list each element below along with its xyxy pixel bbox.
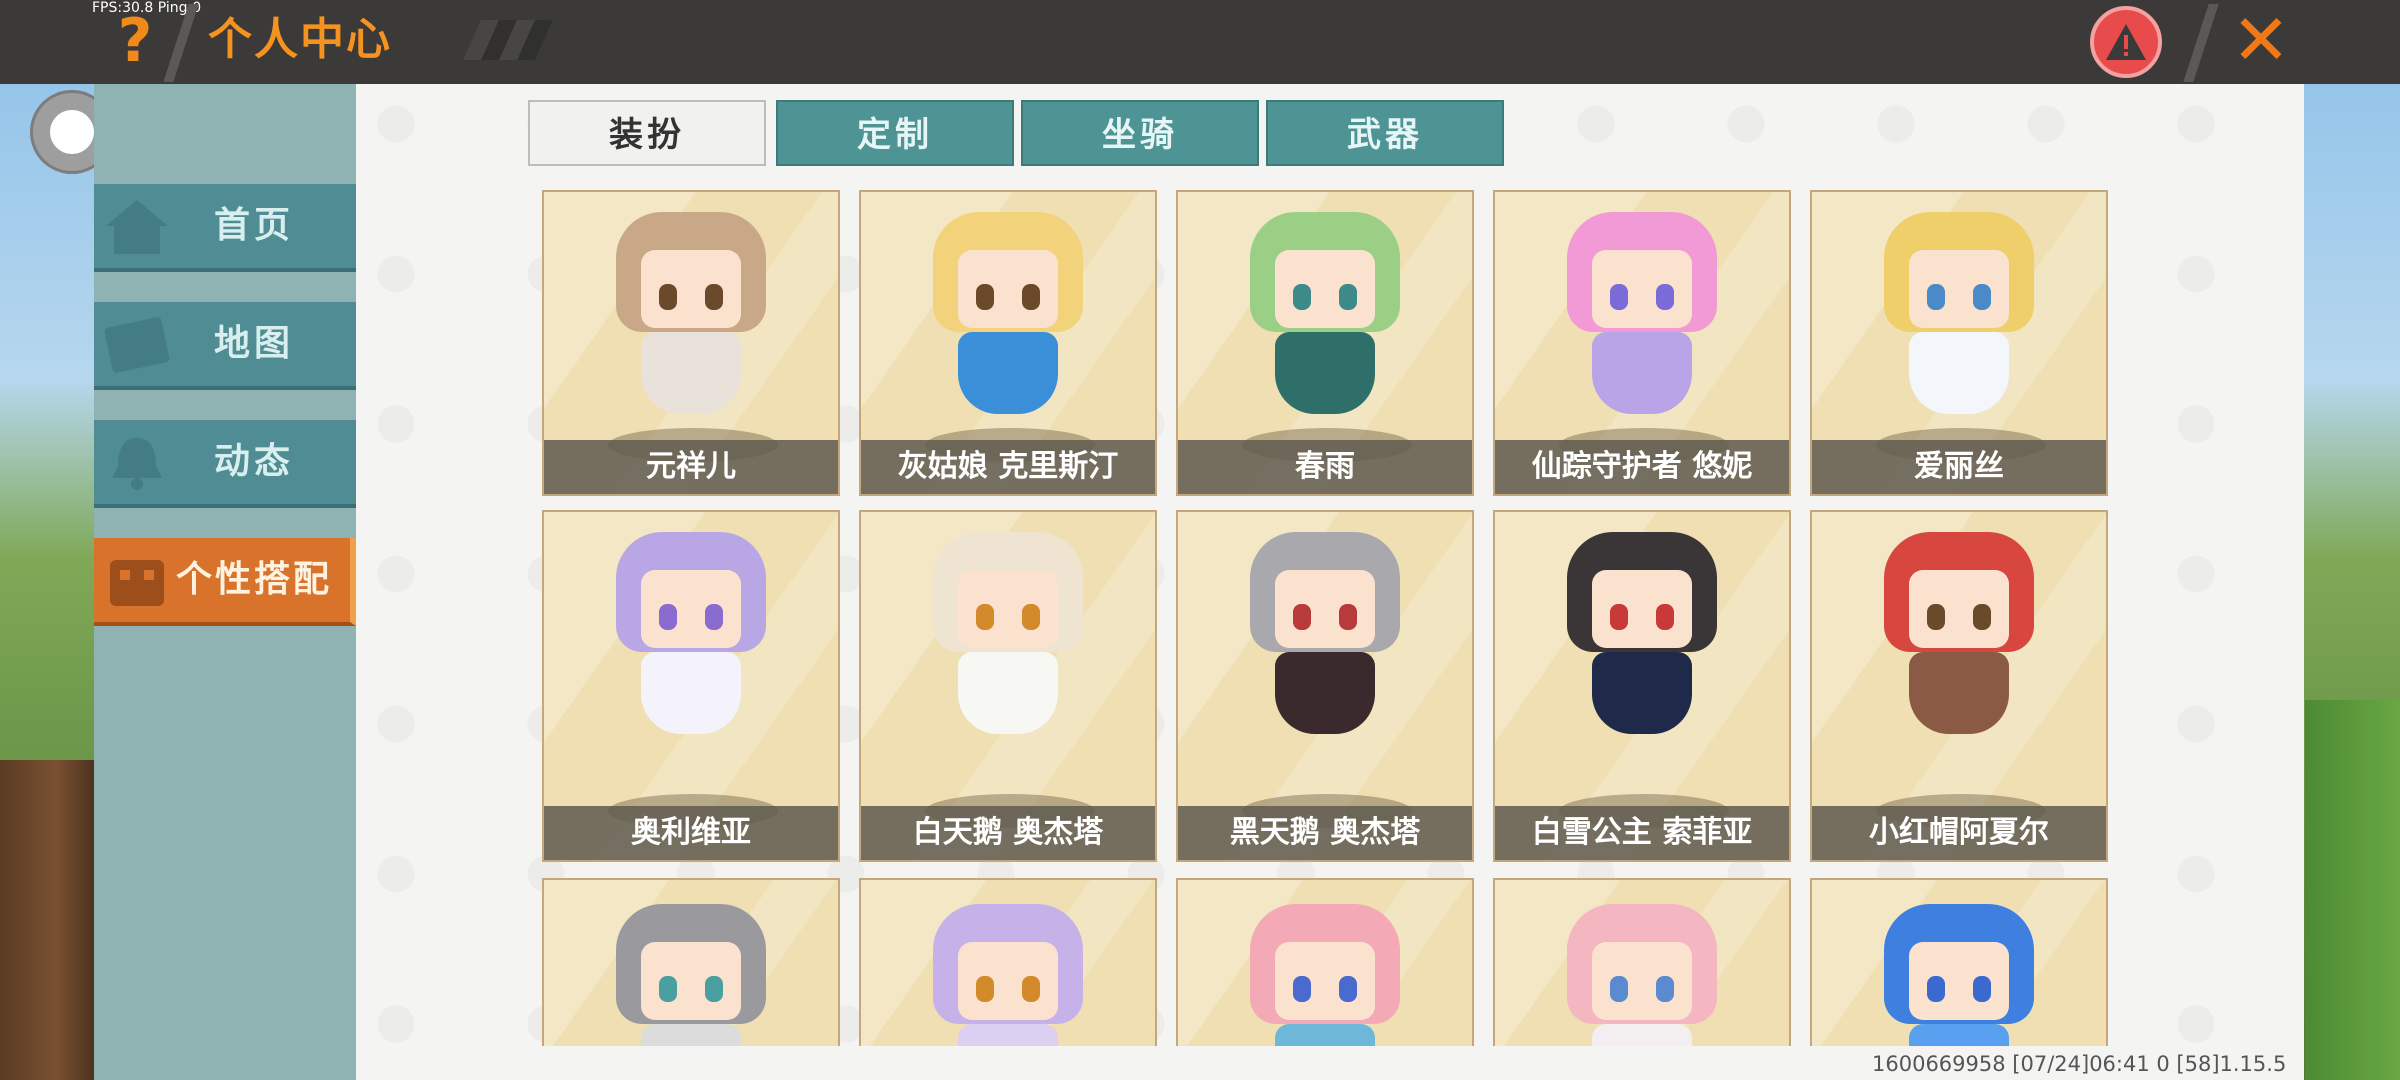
character-avatar: [1250, 532, 1400, 742]
character-avatar: [1884, 904, 2034, 1046]
skin-card[interactable]: 白天鹅 奥杰塔: [859, 510, 1157, 862]
skin-card[interactable]: 灰姑娘 克里斯汀: [859, 190, 1157, 496]
skin-card[interactable]: 仙踪守护者 悠妮: [1493, 190, 1791, 496]
skin-name: 春雨: [1178, 440, 1472, 494]
character-avatar: [1250, 212, 1400, 422]
sidebar-item-map[interactable]: 地图: [94, 302, 356, 390]
sidebar-item-news[interactable]: 动态: [94, 420, 356, 508]
tab-weapon[interactable]: 武器: [1266, 100, 1504, 166]
background-block-left: [0, 760, 95, 1080]
skin-name: 小红帽阿夏尔: [1812, 806, 2106, 860]
sidebar-item-label: 个性搭配: [176, 559, 333, 600]
skin-grid: 元祥儿 灰姑娘 克里斯汀 春雨 仙踪守护者 悠妮 爱丽丝奥利维亚 白天鹅 奥杰塔 黑天鹅 奥…: [542, 190, 2110, 1046]
character-avatar: [616, 904, 766, 1046]
skin-name: 爱丽丝: [1812, 440, 2106, 494]
sidebar-item-label: 首页: [214, 205, 295, 246]
skin-name: 元祥儿: [544, 440, 838, 494]
character-avatar: [933, 212, 1083, 422]
character-avatar: [616, 212, 766, 422]
skin-name: 奥利维亚: [544, 806, 838, 860]
skin-name: 白雪公主 索菲亚: [1495, 806, 1789, 860]
skin-card[interactable]: [542, 878, 840, 1046]
character-avatar: [1884, 532, 2034, 742]
skin-name: 仙踪守护者 悠妮: [1495, 440, 1789, 494]
skin-card[interactable]: [1493, 878, 1791, 1046]
skin-name: 白天鹅 奥杰塔: [861, 806, 1155, 860]
tab-custom[interactable]: 定制: [776, 100, 1014, 166]
background-grass-right: [2305, 700, 2400, 1080]
sidebar-item-home[interactable]: 首页: [94, 184, 356, 272]
character-avatar: [933, 904, 1083, 1046]
divider: [2183, 4, 2219, 82]
character-avatar: [1250, 904, 1400, 1046]
home-icon: [106, 200, 168, 254]
bell-icon: [112, 438, 162, 490]
top-bar: FPS:30.8 Ping:0 ? 个人中心 ✕: [0, 0, 2400, 84]
character-avatar: [1884, 212, 2034, 422]
skin-card[interactable]: 小红帽阿夏尔: [1810, 510, 2108, 862]
skin-card[interactable]: [1810, 878, 2108, 1046]
character-avatar: [1567, 212, 1717, 422]
character-avatar: [616, 532, 766, 742]
sidebar-item-outfit[interactable]: 个性搭配: [94, 538, 356, 626]
sidebar-item-label: 动态: [214, 441, 295, 482]
sidebar-item-label: 地图: [214, 323, 295, 364]
map-icon: [104, 317, 170, 373]
skin-card[interactable]: 白雪公主 索菲亚: [1493, 510, 1791, 862]
page-title: 个人中心: [208, 14, 392, 65]
skin-card[interactable]: 元祥儿: [542, 190, 840, 496]
wardrobe-icon: [110, 560, 164, 606]
skin-name: 黑天鹅 奥杰塔: [1178, 806, 1472, 860]
skin-card[interactable]: 奥利维亚: [542, 510, 840, 862]
character-avatar: [1567, 532, 1717, 742]
skin-card[interactable]: 爱丽丝: [1810, 190, 2108, 496]
help-question-icon[interactable]: ?: [112, 8, 158, 74]
close-icon[interactable]: ✕: [2228, 4, 2294, 76]
character-avatar: [933, 532, 1083, 742]
skin-card[interactable]: 黑天鹅 奥杰塔: [1176, 510, 1474, 862]
skin-card[interactable]: [1176, 878, 1474, 1046]
skin-card[interactable]: 春雨: [1176, 190, 1474, 496]
build-info: 1600669958 [07/24]06:41 0 [58]1.15.5: [1872, 1052, 2287, 1076]
skin-name: 灰姑娘 克里斯汀: [861, 440, 1155, 494]
warning-icon[interactable]: [2090, 6, 2162, 78]
character-avatar: [1567, 904, 1717, 1046]
tab-dress-up[interactable]: 装扮: [528, 100, 766, 166]
tab-mount[interactable]: 坐骑: [1021, 100, 1259, 166]
warning-triangle-icon: [2106, 24, 2146, 60]
skin-card[interactable]: [859, 878, 1157, 1046]
decorative-stripes: [463, 20, 553, 60]
